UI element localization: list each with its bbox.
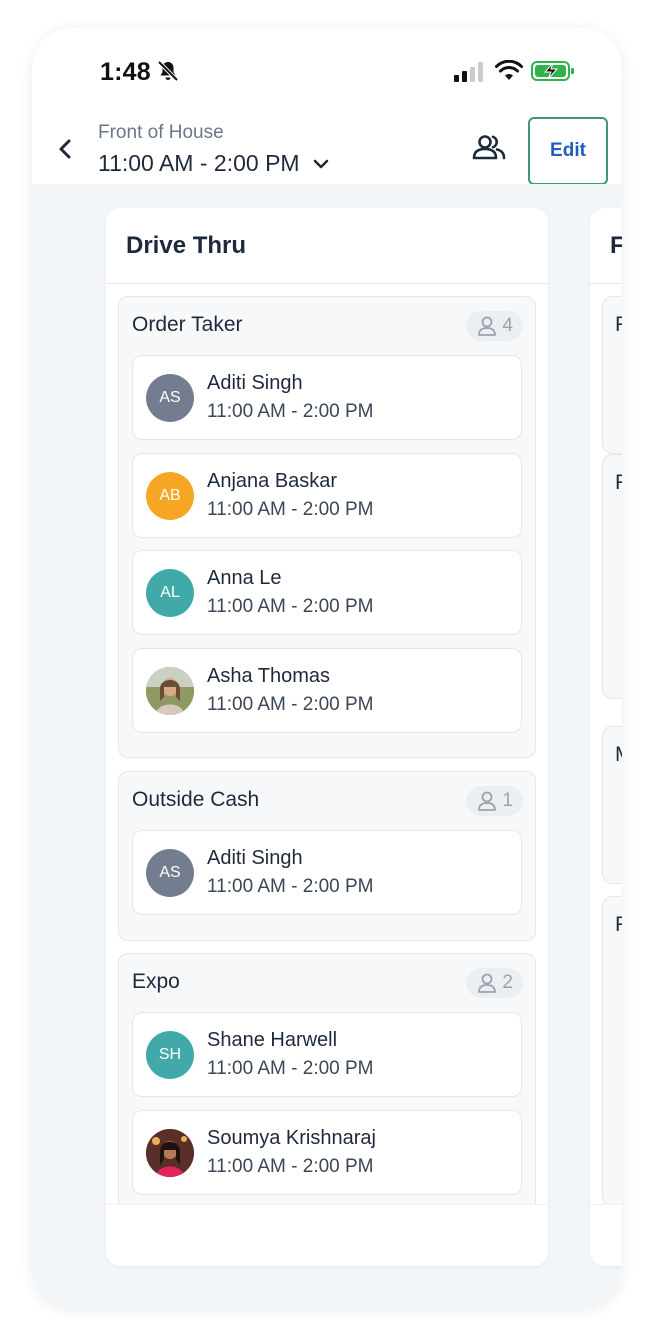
role-title: F: [615, 313, 622, 336]
employee-shift-time: 11:00 AM - 2:00 PM: [207, 693, 374, 715]
employee-name: Aditi Singh: [207, 372, 303, 394]
employee-card[interactable]: AL Anna Le 11:00 AM - 2:00 PM: [132, 550, 522, 635]
role-title: Outside Cash: [132, 788, 260, 811]
column-title: Drive Thru: [106, 208, 548, 284]
person-icon: [478, 316, 497, 336]
role-group: Order Taker 4 AS Aditi Singh 11:00 AM - 2:00…: [118, 296, 536, 758]
role-group: F: [602, 896, 622, 1204]
staff-count-badge: 4: [466, 311, 523, 341]
station-column: Drive Thru Order Taker 4 AS Aditi Singh 11:0…: [106, 208, 548, 1266]
employee-name: Asha Thomas: [207, 664, 331, 687]
employee-shift-time: 11:00 AM - 2:00 PM: [207, 498, 374, 520]
employee-card[interactable]: AS Aditi Singh 11:00 AM - 2:00 PM: [132, 830, 522, 915]
avatar: AS: [146, 374, 194, 422]
status-time: 1:48: [100, 58, 151, 86]
role-title: M: [615, 743, 622, 767]
column-title: F: [590, 208, 622, 284]
employee-name: Shane Harwell: [207, 1029, 338, 1051]
phone-frame: 1:48 Front of House 11:00 AM - 2:00 PM E…: [32, 28, 622, 1308]
staff-count-badge: 1: [466, 786, 523, 816]
avatar: SH: [146, 1031, 194, 1079]
chevron-down-icon: [313, 159, 328, 168]
employee-name: Anjana Baskar: [207, 469, 338, 492]
column-footer: [106, 1204, 548, 1266]
role-title: F: [615, 913, 622, 936]
back-arrow-icon[interactable]: [54, 134, 76, 164]
shift-label: 11:00 AM - 2:00 PM: [98, 150, 300, 176]
column-body: F F M F: [590, 284, 622, 1204]
employee-name: Soumya Krishnaraj: [207, 1126, 376, 1149]
people-icon[interactable]: [472, 133, 506, 161]
avatar: [146, 666, 194, 715]
employee-shift-time: 11:00 AM - 2:00 PM: [207, 1058, 374, 1079]
cellular-signal-icon: [454, 62, 483, 82]
avatar: [146, 1128, 194, 1177]
top-bar: 1:48 Front of House 11:00 AM - 2:00 PM E…: [32, 28, 622, 185]
wifi-icon: [495, 60, 523, 80]
employee-card[interactable]: Soumya Krishnaraj 11:00 AM - 2:00 PM: [132, 1109, 522, 1195]
profile-photo: [146, 666, 194, 715]
person-icon: [478, 791, 497, 811]
battery-charging-icon: [531, 61, 574, 81]
role-title: Expo: [132, 970, 180, 993]
role-group: Outside Cash 1 AS Aditi Singh 11:00 AM - 2:0…: [118, 771, 536, 941]
shift-selector[interactable]: 11:00 AM - 2:00 PM: [98, 150, 330, 177]
role-title: Order Taker: [132, 313, 243, 336]
employee-card[interactable]: Asha Thomas 11:00 AM - 2:00 PM: [132, 647, 522, 733]
employee-shift-time: 11:00 AM - 2:00 PM: [207, 401, 374, 422]
avatar: AB: [146, 471, 194, 520]
employee-name: Aditi Singh: [207, 847, 303, 869]
status-bar: 1:48: [32, 28, 622, 116]
employee-shift-time: 11:00 AM - 2:00 PM: [207, 596, 374, 617]
staff-count: 2: [502, 972, 513, 993]
area-subtitle: Front of House: [98, 122, 224, 143]
role-group: M: [602, 726, 622, 884]
column-footer: [590, 1204, 622, 1266]
profile-photo: [146, 1128, 194, 1177]
employee-card[interactable]: SH Shane Harwell 11:00 AM - 2:00 PM: [132, 1012, 522, 1097]
employee-card[interactable]: AB Anjana Baskar 11:00 AM - 2:00 PM: [132, 452, 522, 538]
avatar: AL: [146, 569, 194, 617]
employee-name: Anna Le: [207, 567, 282, 589]
employee-card[interactable]: AS Aditi Singh 11:00 AM - 2:00 PM: [132, 355, 522, 440]
staff-count: 1: [502, 790, 513, 811]
employee-shift-time: 11:00 AM - 2:00 PM: [207, 876, 374, 897]
avatar: AS: [146, 849, 194, 897]
bell-muted-icon: [157, 60, 179, 82]
role-group: F: [602, 296, 622, 454]
role-title: F: [615, 471, 622, 494]
staff-count: 4: [502, 315, 513, 336]
employee-shift-time: 11:00 AM - 2:00 PM: [207, 1155, 374, 1177]
role-group: F: [602, 454, 622, 699]
columns-area: Drive Thru Order Taker 4 AS Aditi Singh 11:0…: [32, 184, 622, 1308]
staff-count-badge: 2: [466, 968, 523, 998]
station-column-next[interactable]: F F F M F: [590, 208, 622, 1266]
edit-button[interactable]: Edit: [528, 117, 608, 185]
person-icon: [478, 973, 497, 993]
role-group: Expo 2 SH Shane Harwell 11:00 AM - 2:00 PM So…: [118, 953, 536, 1204]
column-body[interactable]: Order Taker 4 AS Aditi Singh 11:00 AM - 2:00…: [106, 284, 548, 1204]
